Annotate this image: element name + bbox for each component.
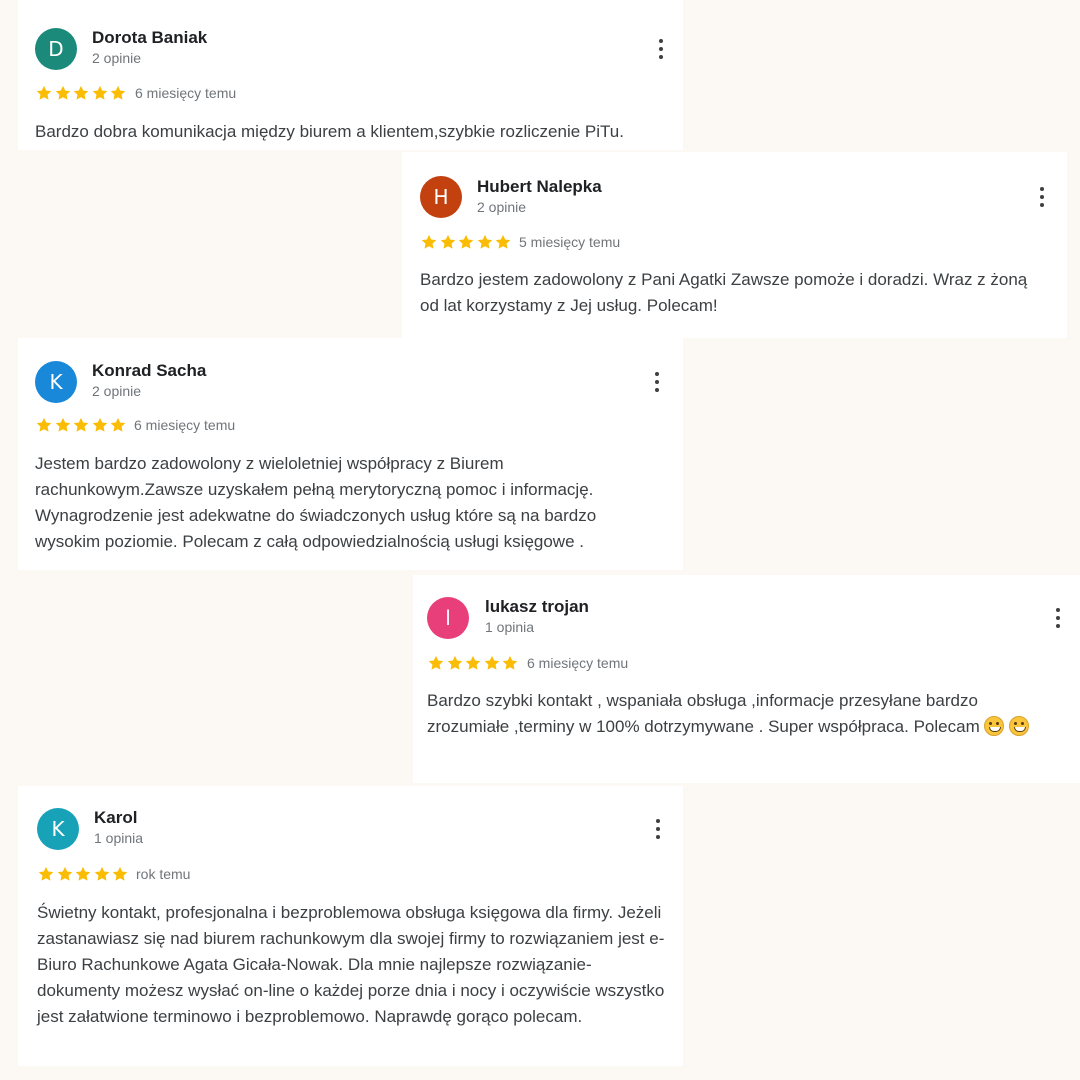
more-options-icon[interactable] [654,36,668,62]
grinning-face-emoji [984,716,1005,736]
review-text-body: Jestem bardzo zadowolony z wieloletniej … [35,454,597,551]
review-text: Bardzo jestem zadowolony z Pani Agatki Z… [420,267,1035,319]
star-icon [421,234,437,249]
review-text-body: Bardzo szybki kontakt , wspaniała obsług… [427,691,980,736]
review-count: 1 opinia [485,619,535,635]
reviewer-name[interactable]: Karol [94,808,137,828]
star-icon [465,655,481,670]
grinning-face-emoji [1009,716,1030,736]
review-count: 1 opinia [94,830,144,846]
review-text: Świetny kontakt, profesjonalna i bezprob… [37,900,677,1030]
star-rating [37,865,130,885]
star-icon [94,866,109,881]
star-icon [38,866,54,881]
avatar[interactable]: H [420,176,462,218]
star-icon [73,417,89,432]
star-icon [484,655,499,670]
star-icon [73,85,89,100]
more-options-icon[interactable] [1035,184,1049,210]
review-card: D Dorota Baniak 2 opinie 6 miesięcy temu… [18,0,683,150]
review-text: Bardzo dobra komunikacja między biurem a… [35,119,675,145]
star-icon [36,417,52,432]
star-icon [75,866,91,881]
review-text: Bardzo szybki kontakt , wspaniała obsług… [427,688,1057,740]
star-rating [35,84,128,104]
star-icon [447,655,462,670]
star-icon [495,234,511,249]
star-icon [55,85,70,100]
star-icon [110,417,126,432]
review-date: 6 miesięcy temu [135,85,237,101]
star-icon [92,85,107,100]
star-icon [55,417,70,432]
review-date: 6 miesięcy temu [527,655,629,671]
star-icon [112,866,128,881]
review-date: rok temu [136,866,191,882]
star-rating [420,233,513,253]
star-icon [110,85,126,100]
review-count: 2 opinie [92,383,142,399]
more-options-icon[interactable] [650,369,664,395]
star-icon [36,85,52,100]
reviewer-name[interactable]: Dorota Baniak [92,28,207,48]
more-options-icon[interactable] [1051,605,1065,631]
star-icon [440,234,455,249]
review-text-body: Bardzo dobra komunikacja między biurem a… [35,122,624,141]
review-count: 2 opinie [477,199,527,215]
star-rating [35,416,128,436]
review-card: K Karol 1 opinia rok temu Świetny kontak… [18,786,683,1066]
star-rating [427,654,520,674]
review-date: 5 miesięcy temu [519,234,621,250]
reviewer-name[interactable]: lukasz trojan [485,597,589,617]
avatar[interactable]: D [35,28,77,70]
avatar[interactable]: K [37,808,79,850]
reviewer-name[interactable]: Konrad Sacha [92,361,206,381]
reviewer-name[interactable]: Hubert Nalepka [477,177,602,197]
star-icon [502,655,518,670]
review-card: l lukasz trojan 1 opinia 6 miesięcy temu… [413,575,1080,783]
star-icon [92,417,107,432]
star-icon [428,655,444,670]
review-date: 6 miesięcy temu [134,417,236,433]
star-icon [458,234,474,249]
review-card: H Hubert Nalepka 2 opinie 5 miesięcy tem… [402,152,1067,338]
avatar[interactable]: K [35,361,77,403]
review-text: Jestem bardzo zadowolony z wieloletniej … [35,451,650,555]
review-card: K Konrad Sacha 2 opinie 6 miesięcy temu … [18,338,683,570]
review-count: 2 opinie [92,50,142,66]
more-options-icon[interactable] [651,816,665,842]
review-text-body: Świetny kontakt, profesjonalna i bezprob… [37,903,665,1026]
star-icon [477,234,492,249]
avatar[interactable]: l [427,597,469,639]
star-icon [57,866,72,881]
review-text-body: Bardzo jestem zadowolony z Pani Agatki Z… [420,270,1028,315]
